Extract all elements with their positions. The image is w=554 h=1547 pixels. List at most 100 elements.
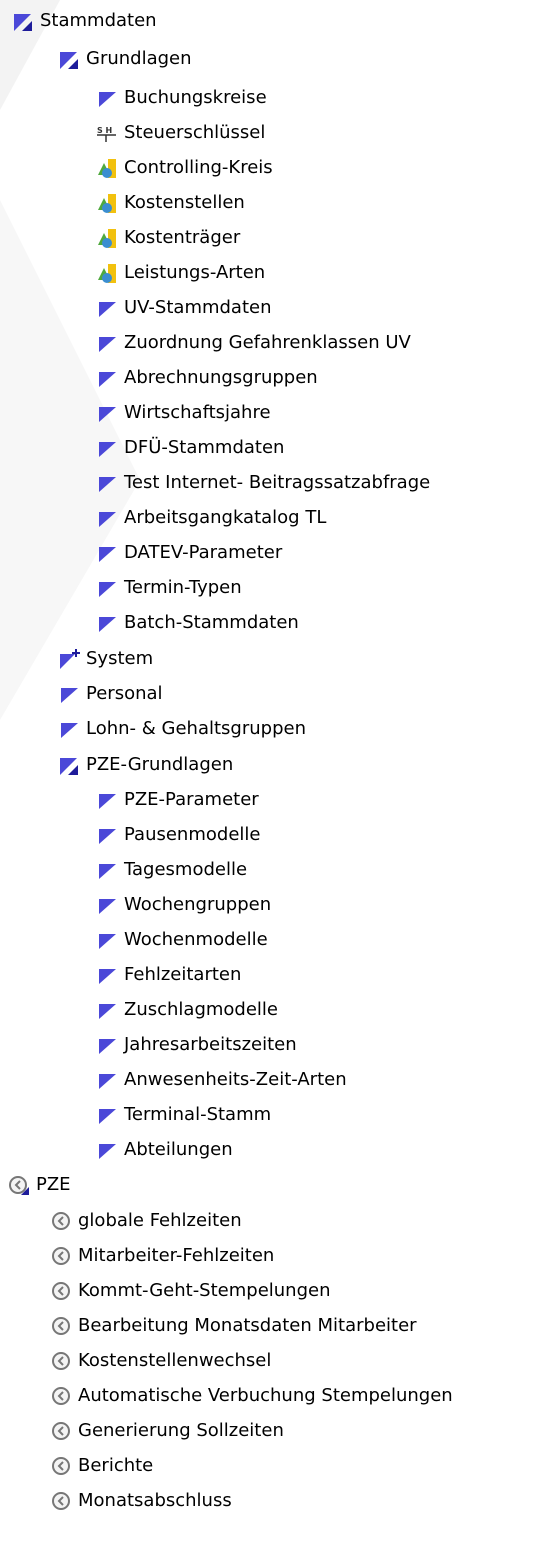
tree-item-termin-typen[interactable]: Termin-Typen (0, 571, 554, 605)
tree-item-label: Termin-Typen (124, 577, 242, 598)
tree-item-label: UV-Stammdaten (124, 297, 272, 318)
folder-icon (96, 577, 118, 599)
tree-item-zuschlagmodelle[interactable]: Zuschlagmodelle (0, 993, 554, 1027)
tree-item-label: Monatsabschluss (78, 1490, 232, 1511)
folder-icon (96, 87, 118, 109)
controlling-icon (96, 157, 118, 179)
tree-item-wochengruppen[interactable]: Wochengruppen (0, 888, 554, 922)
tree-item-label: DFÜ-Stammdaten (124, 437, 285, 458)
tree-item-label: Generierung Sollzeiten (78, 1420, 284, 1441)
tree-item-label: Kostenstellen (124, 192, 245, 213)
tree-item-label: Kommt-Geht-Stempelungen (78, 1280, 331, 1301)
tree-item-kostentraeger[interactable]: Kostenträger (0, 221, 554, 255)
tree-item-terminal-stamm[interactable]: Terminal-Stamm (0, 1098, 554, 1132)
folder-icon (96, 1069, 118, 1091)
folder-open-icon (58, 754, 80, 776)
tree-node-stammdaten[interactable]: Stammdaten (0, 4, 554, 38)
tree-item-leistungs-arten[interactable]: Leistungs-Arten (0, 256, 554, 290)
tree-item-label: globale Fehlzeiten (78, 1210, 242, 1231)
folder-star-icon (58, 648, 80, 670)
tree-item-label: Abrechnungsgruppen (124, 367, 318, 388)
folder-open-icon (58, 48, 80, 70)
tree-item-arbeitsgangkatalog[interactable]: Arbeitsgangkatalog TL (0, 501, 554, 535)
tree-item-generierung-sollzeiten[interactable]: Generierung Sollzeiten (0, 1414, 554, 1448)
tree-item-label: Arbeitsgangkatalog TL (124, 507, 327, 528)
tree-item-kostenstellen[interactable]: Kostenstellen (0, 186, 554, 220)
folder-open-icon (12, 10, 34, 32)
controlling-icon (96, 262, 118, 284)
tree-item-batch-stammdaten[interactable]: Batch-Stammdaten (0, 606, 554, 640)
folder-icon (96, 402, 118, 424)
folder-icon (96, 929, 118, 951)
tree-item-label: Abteilungen (124, 1139, 233, 1160)
folder-icon (96, 999, 118, 1021)
tree-item-wirtschaftsjahre[interactable]: Wirtschaftsjahre (0, 396, 554, 430)
tree-item-abteilungen[interactable]: Abteilungen (0, 1133, 554, 1167)
tree-item-label: Berichte (78, 1455, 154, 1476)
tree-item-label: Fehlzeitarten (124, 964, 242, 985)
tree-item-pausenmodelle[interactable]: Pausenmodelle (0, 818, 554, 852)
tree-item-abrechnungsgruppen[interactable]: Abrechnungsgruppen (0, 361, 554, 395)
tree-item-tagesmodelle[interactable]: Tagesmodelle (0, 853, 554, 887)
tree-item-kostenstellenwechsel[interactable]: Kostenstellenwechsel (0, 1344, 554, 1378)
tree-item-bearbeitung-monatsdaten[interactable]: Bearbeitung Monatsdaten Mitarbeiter (0, 1309, 554, 1343)
clock-icon (50, 1245, 72, 1267)
tree-item-label: Terminal-Stamm (124, 1104, 272, 1125)
tree-item-controlling-kreis[interactable]: Controlling-Kreis (0, 151, 554, 185)
tree-node-pze-grundlagen[interactable]: PZE-Grundlagen (0, 748, 554, 782)
tax-key-icon: S H (96, 122, 118, 144)
tree-item-mitarbeiter-fehlzeiten[interactable]: Mitarbeiter-Fehlzeiten (0, 1239, 554, 1273)
folder-icon (96, 824, 118, 846)
folder-icon (96, 297, 118, 319)
tree-item-buchungskreise[interactable]: Buchungskreise (0, 81, 554, 115)
tree-item-globale-fehlzeiten[interactable]: globale Fehlzeiten (0, 1204, 554, 1238)
tree-item-label: Batch-Stammdaten (124, 612, 299, 633)
tree-item-label: Test Internet- Beitragssatzabfrage (124, 472, 431, 493)
controlling-icon (96, 227, 118, 249)
tree-item-automatische-verbuchung[interactable]: Automatische Verbuchung Stempelungen (0, 1379, 554, 1413)
tree-item-fehlzeitarten[interactable]: Fehlzeitarten (0, 958, 554, 992)
tree-item-datev-parameter[interactable]: DATEV-Parameter (0, 536, 554, 570)
tree-node-grundlagen[interactable]: Grundlagen (0, 42, 554, 76)
tree-item-label: Wirtschaftsjahre (124, 402, 271, 423)
tree-item-label: Kostenstellenwechsel (78, 1350, 272, 1371)
tree-item-label: Steuerschlüssel (124, 122, 266, 143)
tree-node-lohn-gehaltsgruppen[interactable]: Lohn- & Gehaltsgruppen (0, 712, 554, 746)
tree-item-label: Buchungskreise (124, 87, 267, 108)
tree-item-label: DATEV-Parameter (124, 542, 283, 563)
tree-item-test-internet-beitragssatzabfrage[interactable]: Test Internet- Beitragssatzabfrage (0, 466, 554, 500)
tree-node-system[interactable]: System (0, 642, 554, 676)
tree-item-label: Controlling-Kreis (124, 157, 273, 178)
tree-node-pze[interactable]: PZE (0, 1168, 554, 1202)
folder-icon (96, 1139, 118, 1161)
tree-item-label: Anwesenheits-Zeit-Arten (124, 1069, 347, 1090)
folder-icon (96, 789, 118, 811)
tree-item-label: Zuschlagmodelle (124, 999, 279, 1020)
folder-icon (96, 332, 118, 354)
tree-item-monatsabschluss[interactable]: Monatsabschluss (0, 1484, 554, 1518)
folder-icon (96, 964, 118, 986)
tree-item-wochenmodelle[interactable]: Wochenmodelle (0, 923, 554, 957)
folder-icon (96, 1104, 118, 1126)
tree-item-steuerschluessel[interactable]: S H Steuerschlüssel (0, 116, 554, 150)
clock-icon (50, 1490, 72, 1512)
tree-item-dfue-stammdaten[interactable]: DFÜ-Stammdaten (0, 431, 554, 465)
tree-item-jahresarbeitszeiten[interactable]: Jahresarbeitszeiten (0, 1028, 554, 1062)
tree-item-label: PZE-Parameter (124, 789, 259, 810)
tree-item-pze-parameter[interactable]: PZE-Parameter (0, 783, 554, 817)
tree-item-anwesenheits-zeit-arten[interactable]: Anwesenheits-Zeit-Arten (0, 1063, 554, 1097)
tree-node-label: System (86, 648, 154, 669)
folder-icon (96, 612, 118, 634)
tree-item-kommt-geht-stempelungen[interactable]: Kommt-Geht-Stempelungen (0, 1274, 554, 1308)
tree-item-zuordnung-gefahrenklassen[interactable]: Zuordnung Gefahrenklassen UV (0, 326, 554, 360)
tree-node-personal[interactable]: Personal (0, 677, 554, 711)
tree-item-label: Leistungs-Arten (124, 262, 266, 283)
clock-icon (50, 1350, 72, 1372)
folder-icon (58, 718, 80, 740)
tree-item-uv-stammdaten[interactable]: UV-Stammdaten (0, 291, 554, 325)
tree-item-label: Zuordnung Gefahrenklassen UV (124, 332, 411, 353)
folder-icon (96, 859, 118, 881)
clock-icon (50, 1420, 72, 1442)
tree-item-berichte[interactable]: Berichte (0, 1449, 554, 1483)
tree-item-label: Automatische Verbuchung Stempelungen (78, 1385, 453, 1406)
